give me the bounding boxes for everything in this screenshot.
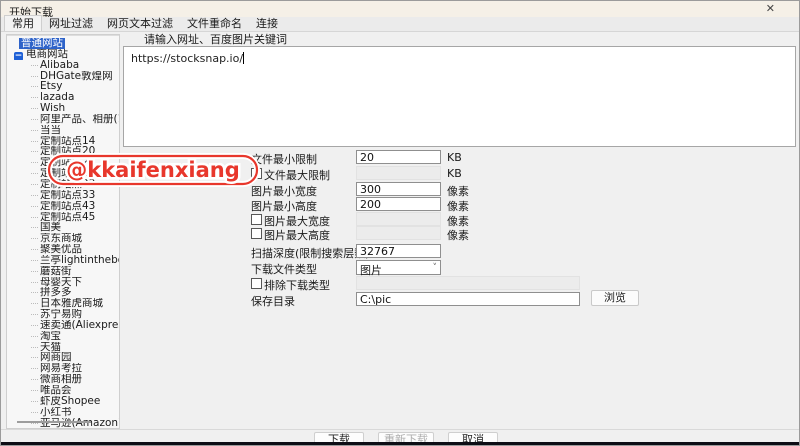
tree-item[interactable]: 速卖通(Aliexpress) [7,320,119,331]
url-textarea[interactable]: https://stocksnap.io/ [123,46,796,147]
tab-url-filter[interactable]: 网址过滤 [42,16,100,31]
min-height-input[interactable] [356,197,441,211]
close-icon[interactable]: ✕ [766,2,775,16]
max-file-size-input[interactable] [356,166,441,180]
max-file-size-checkbox[interactable] [251,168,262,179]
tree-item[interactable]: lazada [7,92,119,103]
form-row: 文件最大限制 KB [1,166,799,182]
download-dialog: 开始下载 ✕ 常用 网址过滤 网页文本过滤 文件重命名 连接 普通网站 − 电商网站 Alib… [0,0,800,446]
tab-general[interactable]: 常用 [4,15,42,31]
form-row: 扫描深度(限制搜索层数) [1,244,799,260]
scan-depth-input[interactable] [356,244,441,258]
save-dir-input[interactable] [356,292,580,306]
tree-item[interactable]: 小红书 [7,407,119,418]
tree-item[interactable]: 网商园 [7,352,119,363]
min-width-input[interactable] [356,182,441,196]
tree-item[interactable]: 虾皮Shopee [7,396,119,407]
form-label: 下载文件类型 [251,263,317,276]
max-width-checkbox[interactable] [251,214,262,225]
url-input-label: 请输入网址、百度图片关键词 [144,33,287,46]
form-row: 保存目录 浏览 [1,290,799,308]
form-label: 扫描深度(限制搜索层数) [251,247,370,260]
tree-item[interactable]: 定制站点14 [7,136,119,147]
tree-item[interactable]: Alibaba [7,60,119,71]
min-file-size-input[interactable] [356,150,441,164]
tab-file-rename[interactable]: 文件重命名 [180,16,249,31]
tree-item[interactable]: 微商相册 [7,374,119,385]
form-row: 排除下载类型 [1,276,799,292]
tab-bar: 常用 网址过滤 网页文本过滤 文件重命名 连接 [1,15,799,32]
collapse-icon[interactable]: − [14,51,23,60]
unit-label: KB [447,167,462,180]
tree-item[interactable]: DHGate敦煌网 [7,71,119,82]
tree-item[interactable]: 阿里产品、相册(16 [7,114,119,125]
form-label: 排除下载类型 [264,279,330,292]
browse-button[interactable]: 浏览 [591,290,639,306]
max-width-input[interactable] [356,212,441,226]
tab-connection[interactable]: 连接 [249,16,285,31]
tree-item[interactable]: 当当 [7,125,119,136]
max-height-input[interactable] [356,226,441,240]
max-height-checkbox[interactable] [251,228,262,239]
form-row: 图片最小高度像素 [1,197,799,213]
scrollbar-thumb[interactable] [17,421,91,423]
form-label: 文件最小限制 [251,153,317,166]
url-value: https://stocksnap.io/ [131,52,244,65]
exclude-type-input[interactable] [356,276,580,290]
form-row: 下载文件类型 图片 ˅ [1,260,799,277]
background-window-strip [1,442,799,445]
tree-item[interactable]: 苏宁易购 [7,309,119,320]
exclude-type-checkbox[interactable] [251,278,262,289]
selected-tree-label[interactable]: 普通网站 [19,38,65,49]
tree-group-label: 电商网站 [26,48,68,60]
chevron-down-icon[interactable]: ˅ [433,263,438,273]
titlebar: 开始下载 ✕ [1,1,799,19]
form-label: 文件最大限制 [264,169,330,182]
tree-item[interactable]: 网易考拉 [7,363,119,374]
tree-item[interactable]: 淘宝 [7,331,119,342]
tree-item[interactable]: Wish [7,103,119,114]
form-label: 图片最大高度 [264,229,330,242]
tree-item-selected[interactable]: 普通网站 [7,38,119,49]
file-type-select[interactable]: 图片 ˅ [356,260,441,277]
form-label: 保存目录 [251,295,295,308]
unit-label: KB [447,151,462,164]
tree-item[interactable]: Etsy [7,81,119,92]
tree-item[interactable]: 天猫 [7,342,119,353]
tree-group-ecommerce[interactable]: − 电商网站 [7,49,119,60]
tree-horizontal-scrollbar[interactable] [11,421,113,425]
form-row: 图片最小宽度像素 [1,182,799,198]
tab-page-text-filter[interactable]: 网页文本过滤 [100,16,180,31]
form-row: 图片最大高度 像素 [1,226,799,242]
unit-label: 像素 [447,229,469,242]
text-caret [243,52,245,64]
form-row: 文件最小限制 KB [1,150,799,166]
tree-item[interactable]: 唯品会 [7,385,119,396]
